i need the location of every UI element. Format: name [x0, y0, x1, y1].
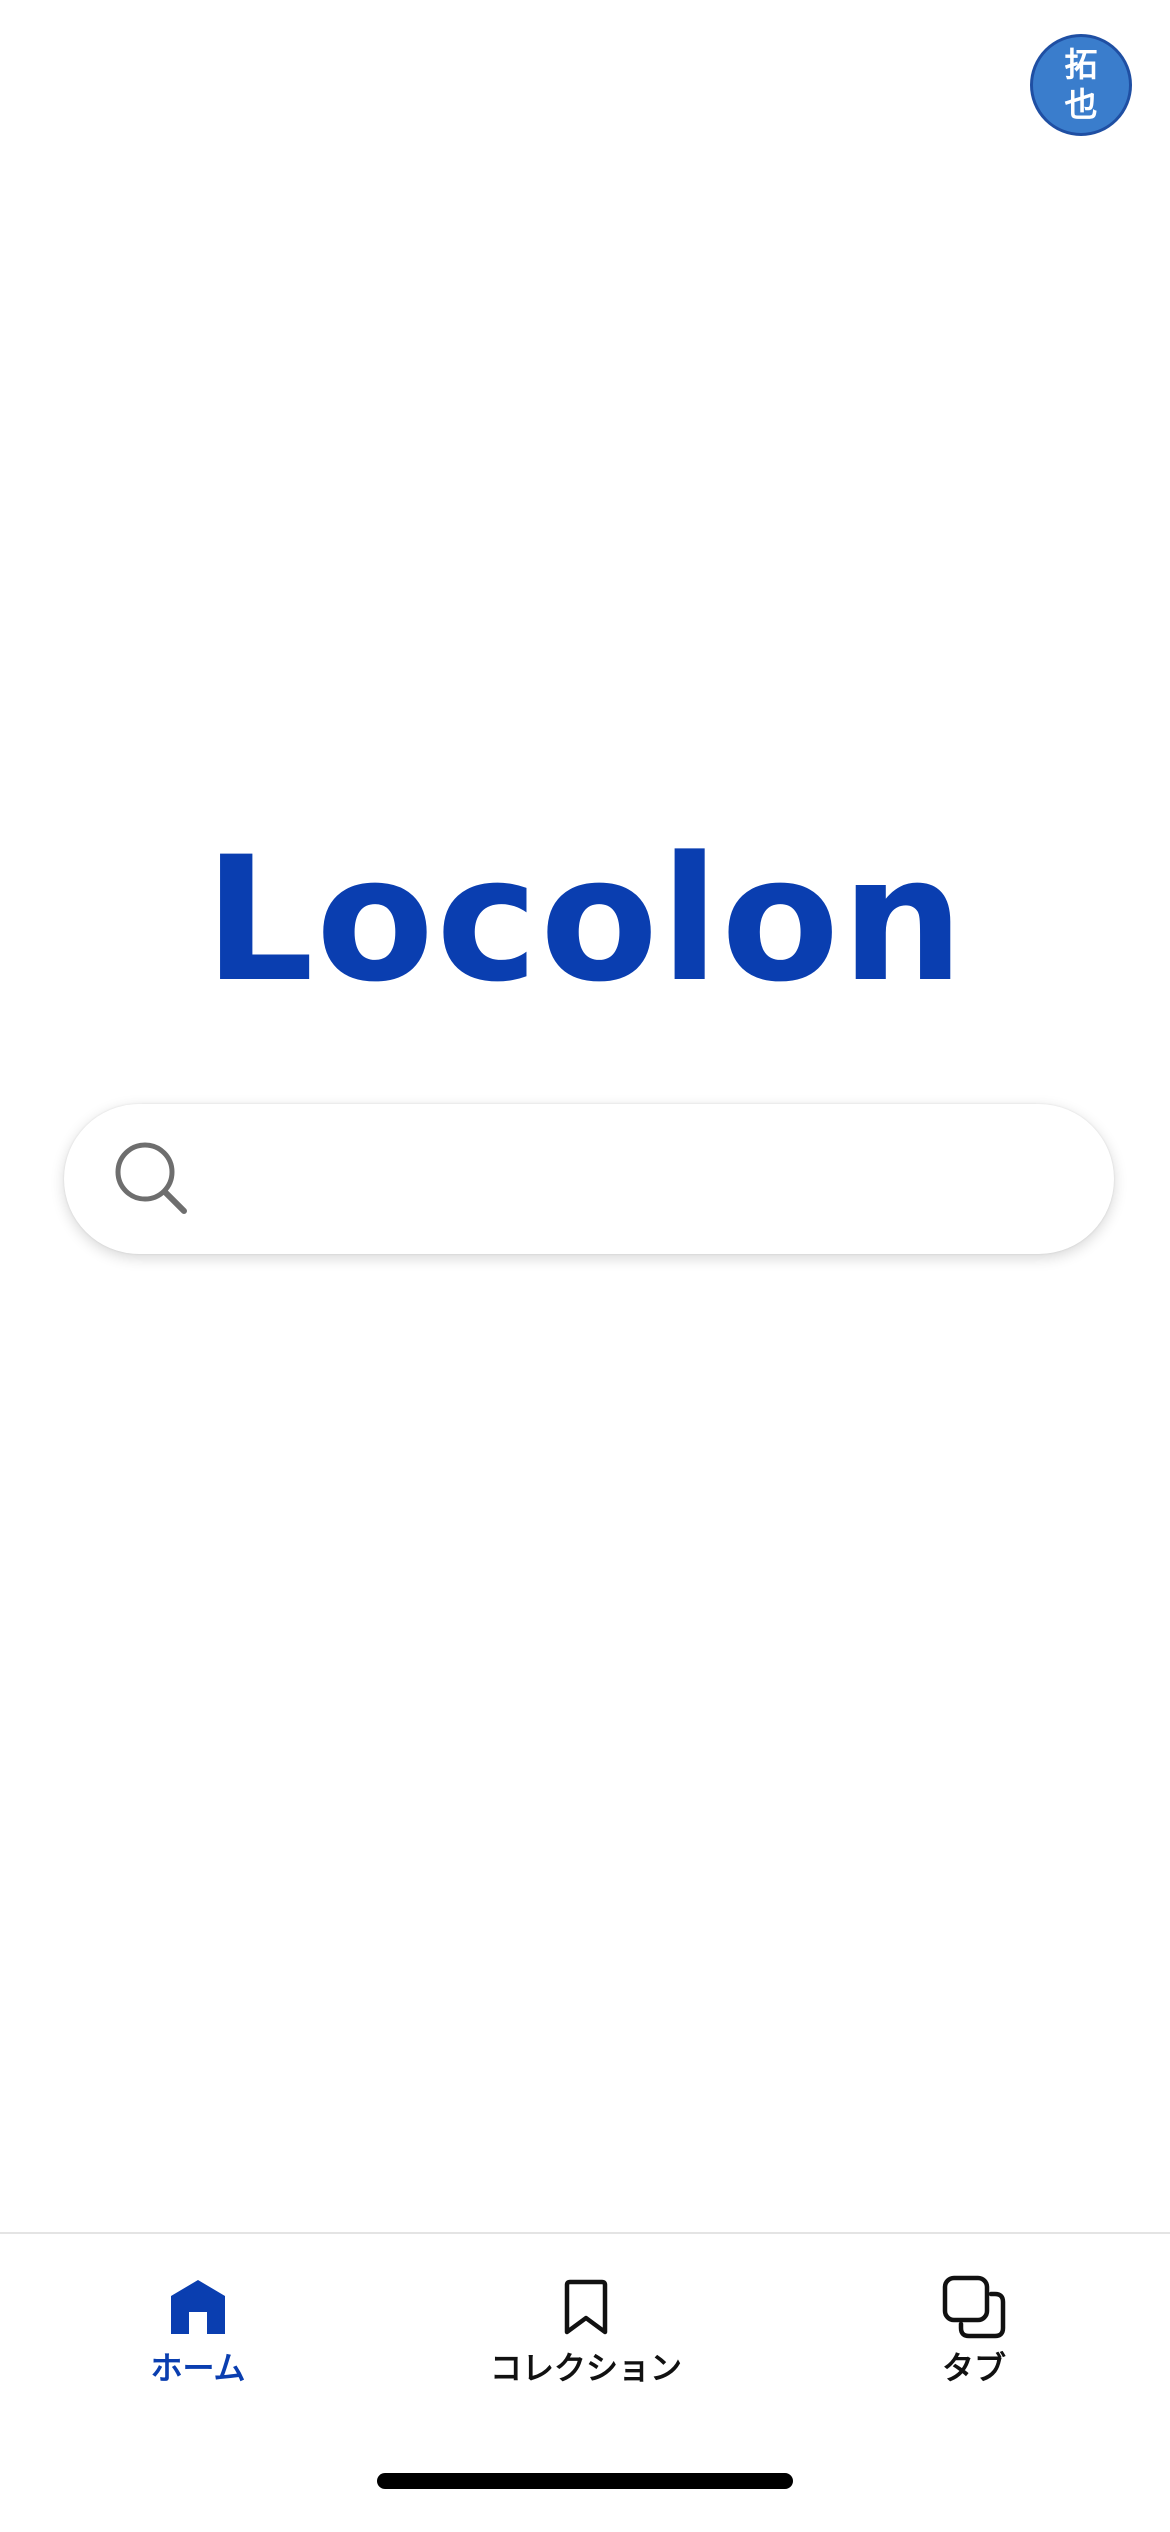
- tab-tabs[interactable]: タブ: [844, 2274, 1104, 2434]
- home-screen: 拓也 Locolon ホーム コレクション タブ: [0, 0, 1170, 2532]
- tab-home-label: ホーム: [150, 2349, 246, 2387]
- user-avatar-button[interactable]: 拓也: [1030, 34, 1132, 136]
- tab-collection[interactable]: コレクション: [456, 2274, 716, 2434]
- search-input[interactable]: [192, 1104, 1114, 1254]
- search-icon: [115, 1142, 187, 1214]
- home-icon: [171, 2280, 225, 2334]
- tabs-icon: [942, 2275, 1006, 2339]
- avatar-initials: 拓也: [1064, 45, 1098, 124]
- home-indicator[interactable]: [377, 2473, 793, 2489]
- app-logo: Locolon: [204, 819, 966, 1020]
- search-bar[interactable]: [64, 1104, 1114, 1254]
- tab-tabs-label: タブ: [941, 2349, 1006, 2387]
- tab-collection-label: コレクション: [489, 2349, 682, 2387]
- bookmark-icon: [564, 2279, 608, 2335]
- tab-home[interactable]: ホーム: [68, 2274, 328, 2434]
